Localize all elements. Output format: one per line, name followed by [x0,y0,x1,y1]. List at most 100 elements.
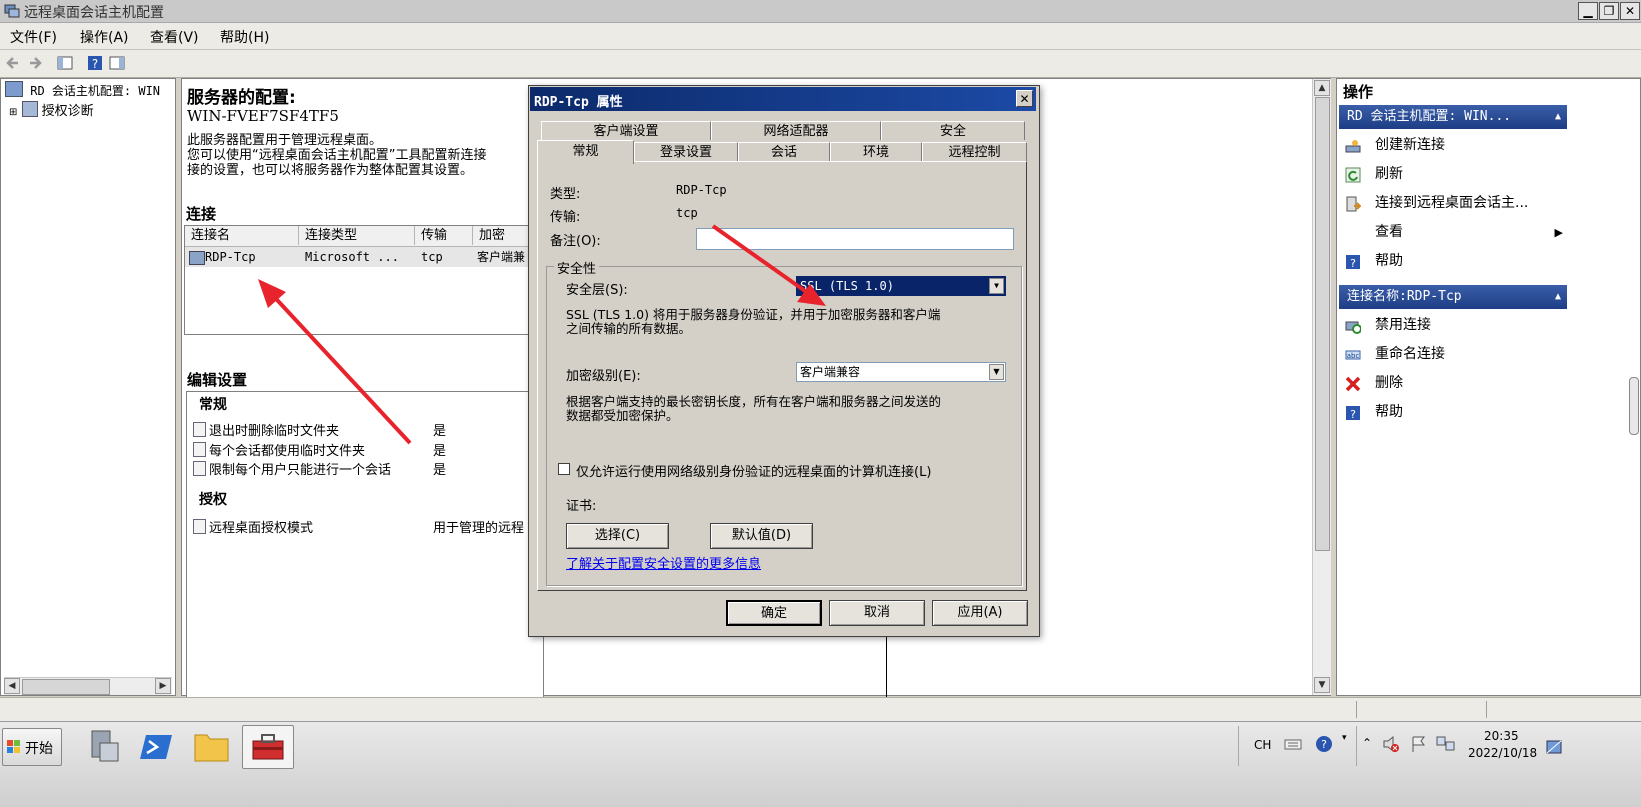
tab-remote-control[interactable]: 远程控制 [922,142,1027,161]
show-hide-tree-icon[interactable] [56,54,74,72]
apply-button[interactable]: 应用(A) [932,600,1028,626]
type-value: RDP-Tcp [676,183,727,197]
help-icon[interactable]: ? [86,54,104,72]
server-config-heading: 服务器的配置: [187,88,296,108]
network-icon[interactable] [1436,735,1456,753]
action-center-flag-icon[interactable] [1410,735,1428,753]
list-item[interactable]: 每个会话都使用临时文件夹 是 [193,440,543,459]
select-certificate-button[interactable]: 选择(C) [566,523,669,549]
action-refresh[interactable]: 刷新 [1339,160,1567,189]
action-help-1[interactable]: ? 帮助 [1339,247,1567,276]
powershell-taskbar-button[interactable] [140,727,176,765]
actions-heading: 操作 [1343,83,1374,101]
toolbox-icon [252,734,284,760]
comment-input[interactable] [696,228,1014,250]
clock-time[interactable]: 20:35 [1484,729,1519,743]
title-bar: 远程桌面会话主机配置 ▁ ❐ ✕ [0,0,1641,23]
start-button[interactable]: 开始 [2,728,62,766]
dropdown-arrow-icon[interactable]: ▼ [989,364,1004,380]
security-layer-label: 安全层(S): [566,283,628,298]
setting-icon [193,442,206,457]
minimize-button[interactable]: ▁ [1578,2,1598,20]
show-action-pane-icon[interactable] [108,54,126,72]
svg-text:?: ? [1321,738,1327,751]
menu-file[interactable]: 文件(F) [10,27,57,47]
server-manager-taskbar-button[interactable] [86,727,122,765]
table-row[interactable]: RDP-Tcp Microsoft ... tcp 客户端兼 [185,247,545,267]
security-info-link[interactable]: 了解关于配置安全设置的更多信息 [566,553,761,572]
list-item[interactable]: 远程桌面授权模式 用于管理的远程 [193,517,543,536]
action-help-2[interactable]: ? 帮助 [1339,398,1567,427]
nla-checkbox[interactable] [558,463,570,475]
tree-item-license-diagnosis[interactable]: ⊞ 授权诊断 [9,100,94,119]
action-create-connection[interactable]: 创建新连接 [1339,131,1567,160]
menu-help[interactable]: 帮助(H) [220,27,269,47]
clock-date[interactable]: 2022/10/18 [1468,746,1537,760]
col-header-name[interactable]: 连接名 [185,226,299,245]
action-view[interactable]: 查看 ▶ [1339,218,1567,247]
action-disable-connection[interactable]: 禁用连接 [1339,311,1567,340]
server-desc-3: 接的设置，也可以将服务器作为整体配置其设置。 [187,163,474,178]
transport-value: tcp [676,206,698,220]
tab-sessions[interactable]: 会话 [738,142,830,161]
col-header-type[interactable]: 连接类型 [299,226,415,245]
dialog-close-button[interactable]: ✕ [1016,90,1033,107]
center-vscrollbar[interactable]: ▲ ▼ [1312,79,1331,695]
tab-environment[interactable]: 环境 [830,142,922,161]
col-header-transport[interactable]: 传输 [415,226,473,245]
language-indicator[interactable]: CH [1254,738,1271,752]
collapse-icon[interactable]: ▲ [1555,285,1561,309]
row-transport: tcp [421,250,443,264]
tab-client-settings[interactable]: 客户端设置 [541,121,711,140]
dialog-title-bar: RDP-Tcp 属性 ✕ [530,87,1036,111]
tab-security[interactable]: 安全 [881,121,1025,140]
dropdown-arrow-icon[interactable]: ▼ [989,278,1004,294]
tray-options-icon[interactable]: ▾ [1342,733,1347,743]
collapse-icon[interactable]: ▲ [1555,105,1561,129]
scroll-up-button[interactable]: ▲ [1314,80,1330,96]
menu-action[interactable]: 操作(A) [80,27,129,47]
show-desktop-icon[interactable] [1546,740,1562,754]
scroll-down-button[interactable]: ▼ [1314,677,1330,693]
action-delete[interactable]: 删除 [1339,369,1567,398]
scroll-thumb[interactable] [1315,97,1330,551]
explorer-taskbar-button[interactable] [192,727,232,765]
action-connect-to-host[interactable]: 连接到远程桌面会话主... [1339,189,1567,218]
help-icon[interactable]: ? [1315,735,1333,753]
tab-network-adapter[interactable]: 网络适配器 [711,121,881,140]
keyboard-icon[interactable] [1284,736,1302,752]
setting-label: 远程桌面授权模式 [209,521,314,536]
tree-root[interactable]: RD 会话主机配置: WIN [5,81,160,99]
tree-hscrollbar[interactable]: ◀ ▶ [4,677,172,695]
tab-general[interactable]: 常规 [537,140,634,164]
tab-logon-settings[interactable]: 登录设置 [634,142,738,161]
actions-group-connection[interactable]: 连接名称:RDP-Tcp ▲ [1339,285,1567,309]
scroll-thumb[interactable] [22,679,110,695]
restore-button[interactable]: ❐ [1599,2,1619,20]
forward-icon[interactable] [26,54,44,72]
refresh-icon [1345,167,1361,183]
default-certificate-button[interactable]: 默认值(D) [710,523,813,549]
list-item[interactable]: 限制每个用户只能进行一个会话 是 [193,459,543,478]
actions-group-server-label: RD 会话主机配置: WIN... [1347,109,1512,124]
certificate-label: 证书: [566,499,597,514]
expand-icon[interactable]: ⊞ [9,107,17,118]
back-icon[interactable] [4,54,22,72]
cancel-button[interactable]: 取消 [829,600,925,626]
close-button[interactable]: ✕ [1620,2,1640,20]
action-rename-connection[interactable]: abc 重命名连接 [1339,340,1567,369]
window-title: 远程桌面会话主机配置 [24,5,164,21]
actions-scroll-thumb[interactable] [1629,377,1639,435]
actions-group-server[interactable]: RD 会话主机配置: WIN... ▲ [1339,105,1567,129]
rd-config-taskbar-button[interactable] [242,725,294,769]
show-hidden-icons-icon[interactable]: ⌃ [1362,736,1372,750]
menu-view[interactable]: 查看(V) [150,27,199,47]
svg-text:?: ? [1350,408,1356,421]
security-layer-select[interactable]: SSL (TLS 1.0) ▼ [796,276,1006,296]
volume-muted-icon[interactable] [1382,735,1400,753]
ok-button[interactable]: 确定 [726,600,822,626]
list-item[interactable]: 退出时删除临时文件夹 是 [193,420,543,439]
scroll-left-button[interactable]: ◀ [4,678,20,694]
encryption-level-select[interactable]: 客户端兼容 ▼ [796,362,1006,382]
scroll-right-button[interactable]: ▶ [155,678,171,694]
